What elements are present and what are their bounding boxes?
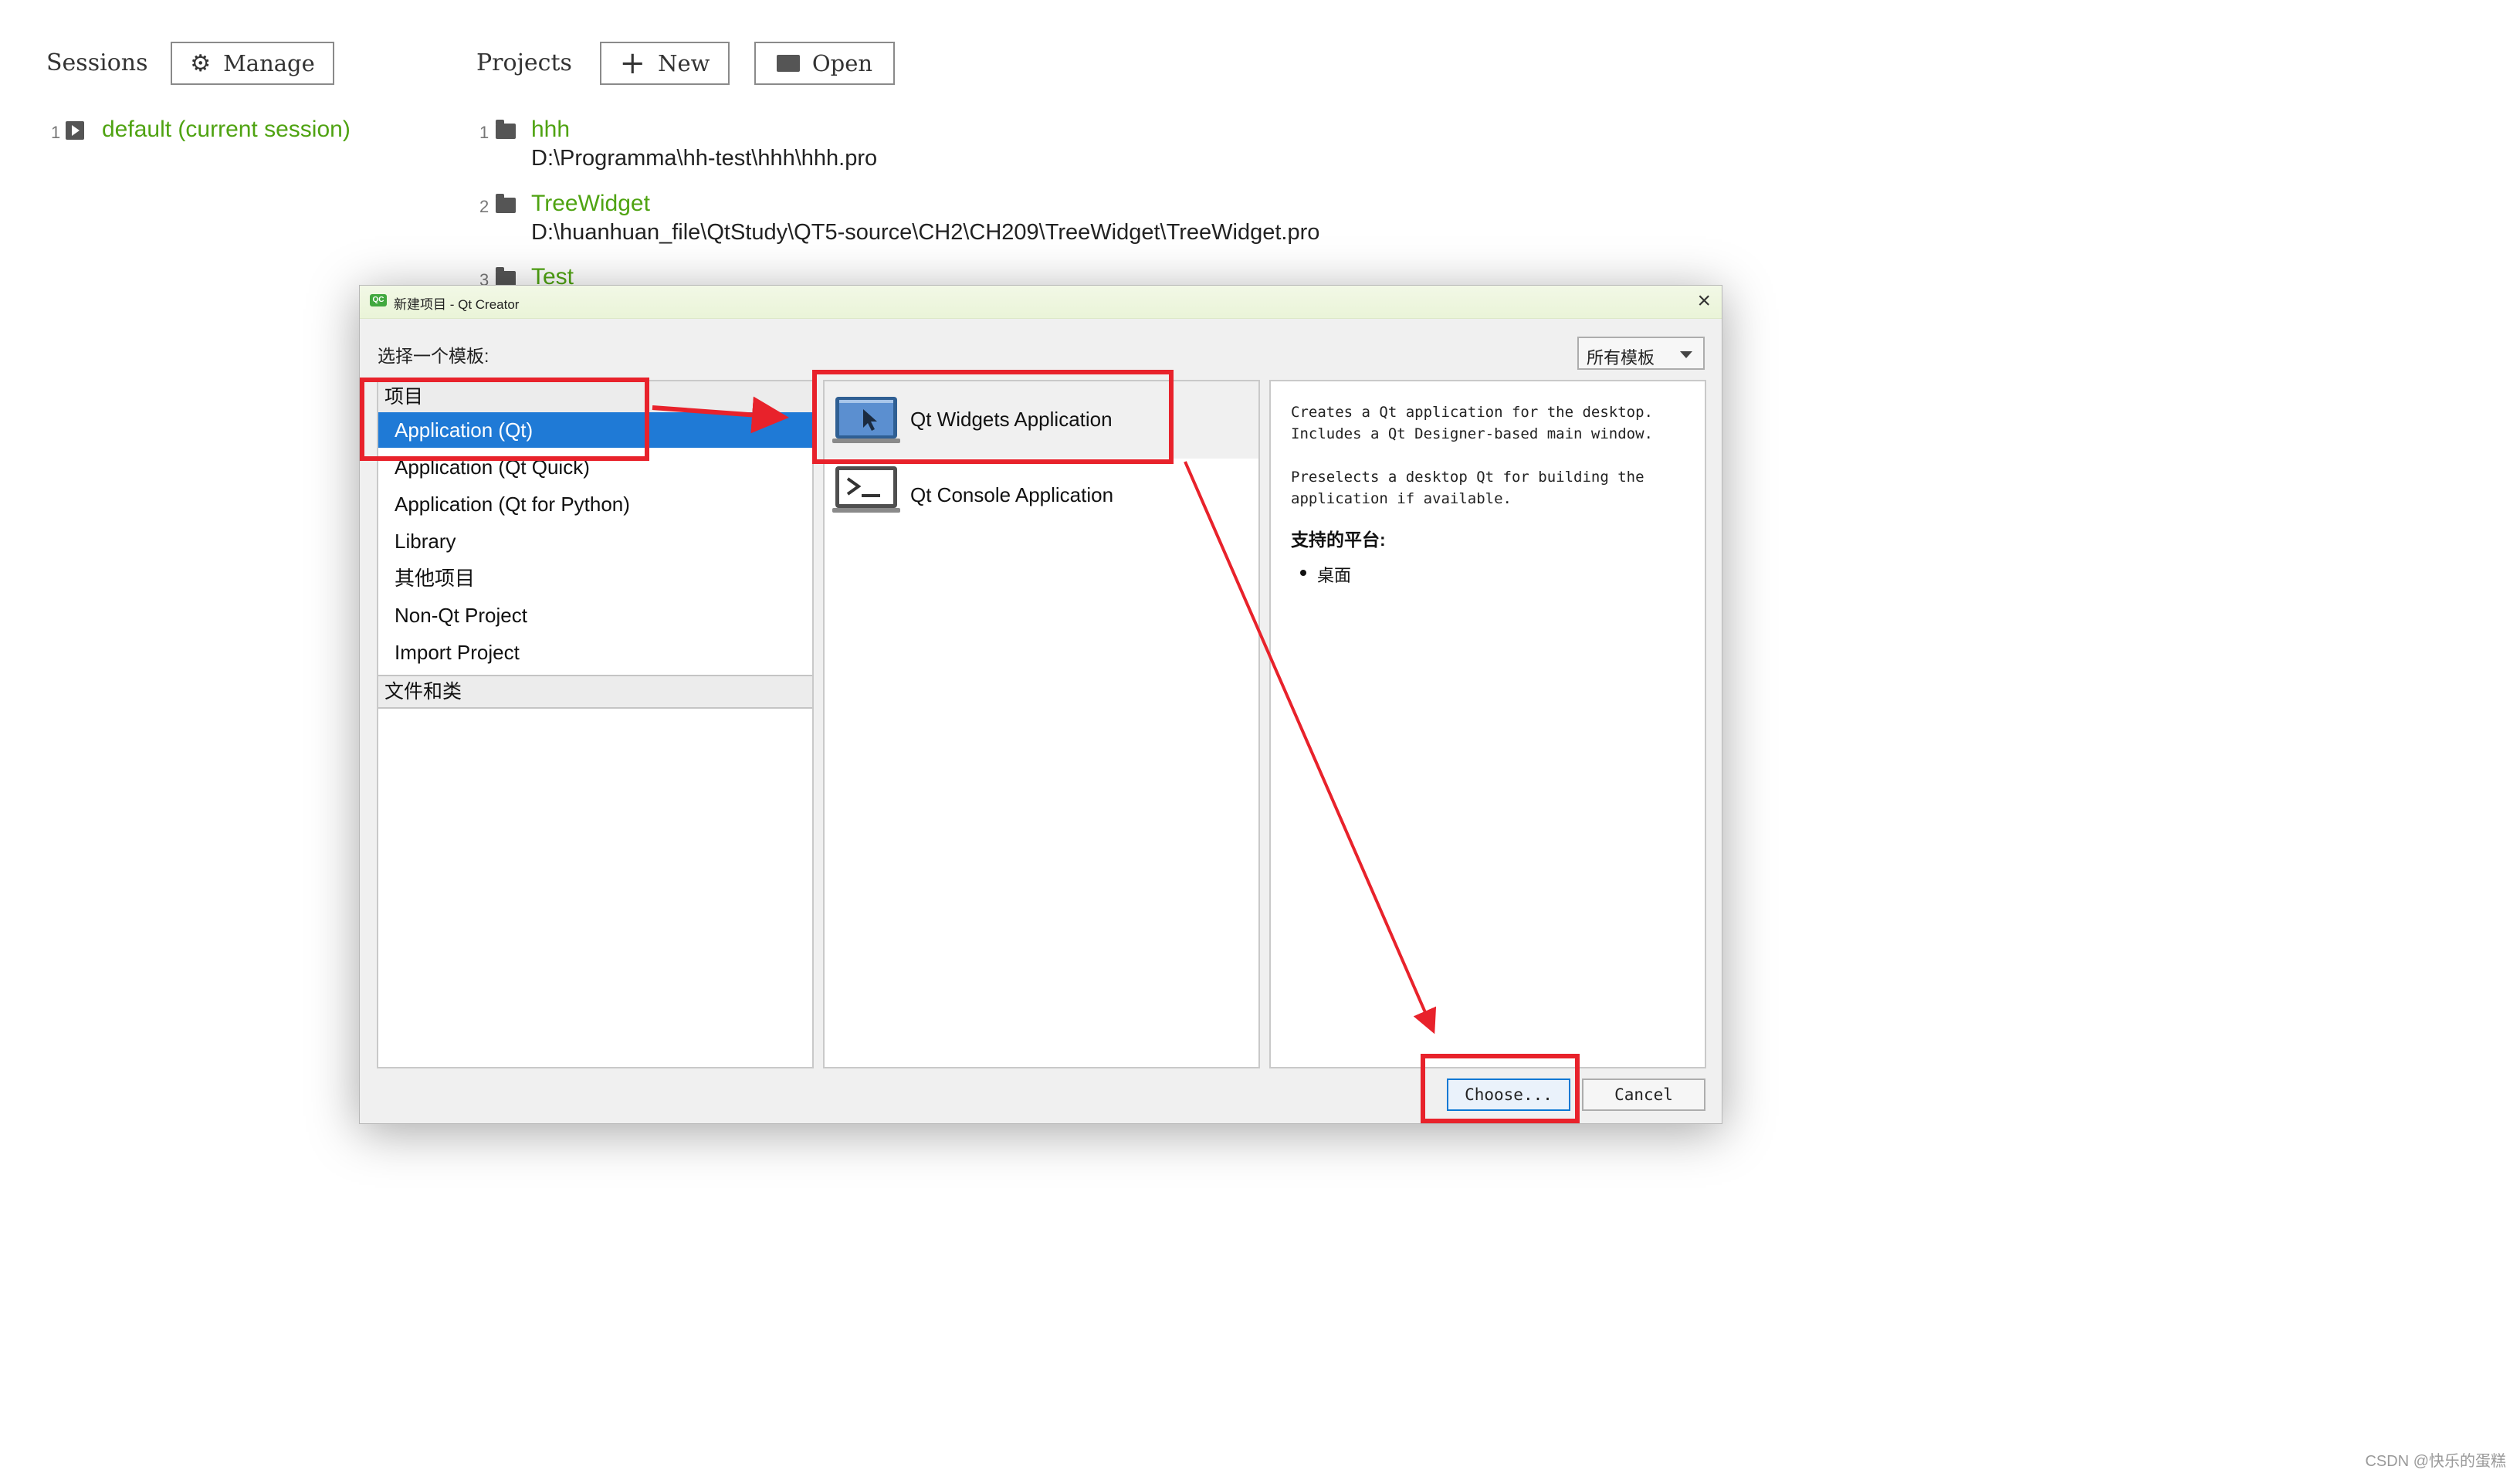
arrow-to-template [652, 396, 789, 434]
watermark: CSDN @快乐的蛋糕 [2365, 1453, 2506, 1470]
annotation-arrows [652, 396, 1437, 1034]
arrow-to-choose [1184, 461, 1437, 1034]
